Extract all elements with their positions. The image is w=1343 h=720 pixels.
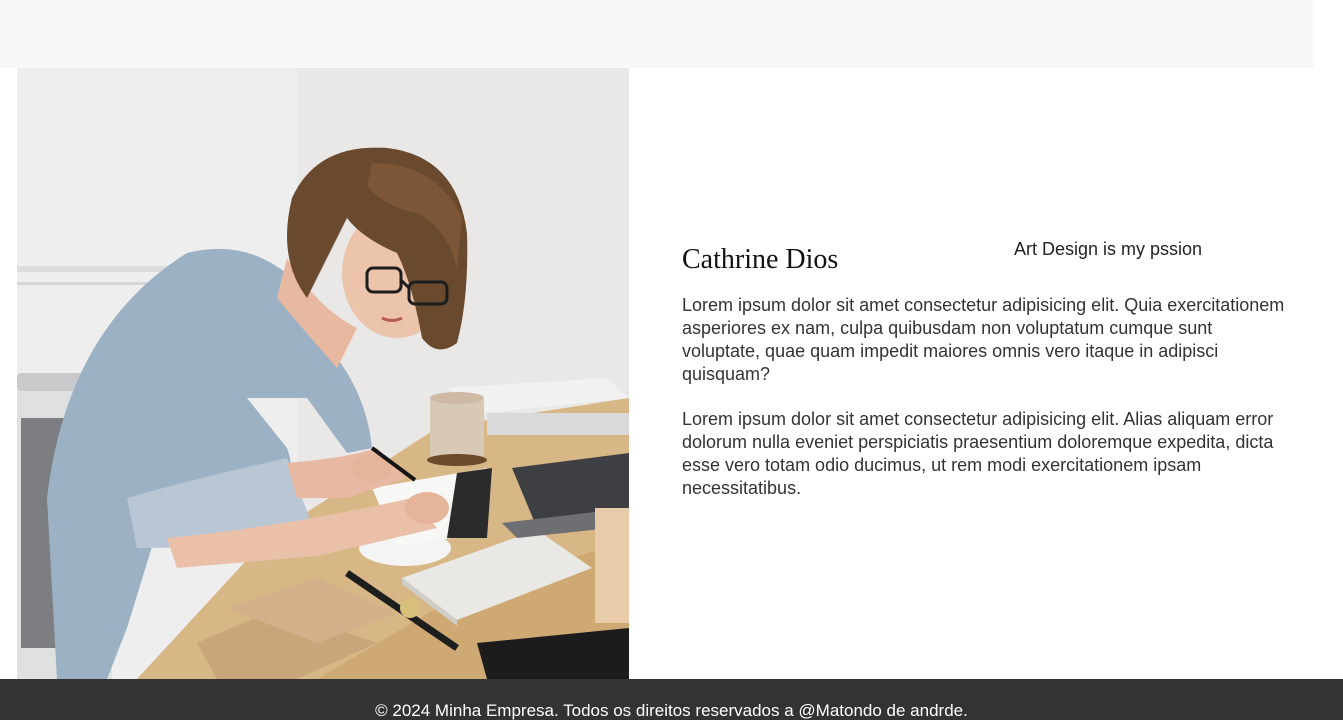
footer-copyright: © 2024 Minha Empresa. Todos os direitos …: [375, 701, 968, 720]
woman-writing-at-desk-image: [17, 68, 629, 679]
profile-name: Cathrine Dios: [682, 244, 839, 275]
profile-photo: [17, 68, 629, 679]
bio-paragraph-2: Lorem ipsum dolor sit amet consectetur a…: [682, 409, 1274, 498]
profile-tagline: Art Design is my pssion: [1014, 239, 1203, 259]
footer: © 2024 Minha Empresa. Todos os direitos …: [0, 679, 1343, 720]
top-bar: [0, 0, 1314, 68]
bio-paragraph-1: Lorem ipsum dolor sit amet consectetur a…: [682, 295, 1285, 384]
